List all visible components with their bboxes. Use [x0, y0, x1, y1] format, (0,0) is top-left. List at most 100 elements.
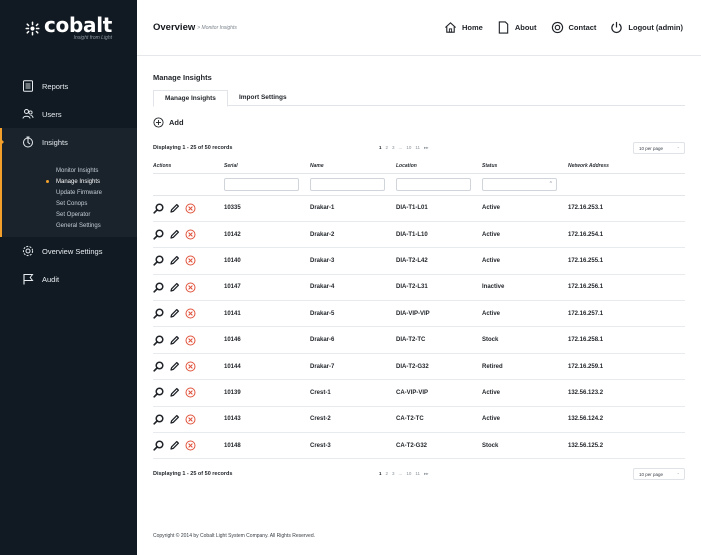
table-body: 10335Drakar-1DIA-T1-L01Active172.16.253.… [153, 173, 685, 460]
cell-name: Drakar-5 [310, 300, 396, 328]
column-header-name[interactable]: Name [310, 159, 396, 174]
page-link-10[interactable]: 10 [406, 471, 411, 477]
page-link-3[interactable]: 3 [392, 471, 395, 477]
delete-icon[interactable] [185, 440, 196, 451]
table-row[interactable]: 10142 Drakar-2 DIA-T1-L10 Active 172.16.254.… [153, 221, 685, 249]
sidebar-item-audit[interactable]: Audit [0, 265, 137, 293]
table-row[interactable]: 10140 Drakar-3 DIA-T2-L42 Active 172.16.255.… [153, 247, 685, 275]
nav-about[interactable]: About [497, 21, 537, 34]
tab-manage-insights[interactable]: Manage Insights [153, 90, 228, 107]
subnav-item-update-firmware[interactable]: Update Firmware [0, 187, 137, 198]
page-link-1[interactable]: 1 [379, 471, 382, 477]
brand-text: cobalt Insight from Light [44, 15, 112, 41]
nav-home[interactable]: Home [444, 21, 483, 34]
column-header-status[interactable]: Status [482, 159, 568, 174]
table-row[interactable]: 10147 Drakar-4 DIA-T2-L31 Inactive 172.16.25… [153, 274, 685, 302]
sidebar-item-insights[interactable]: Insights [0, 128, 137, 156]
search-icon[interactable] [153, 229, 164, 240]
edit-pencil-icon[interactable] [169, 308, 180, 319]
sidebar-item-users[interactable]: Users [0, 100, 137, 128]
status-filter-select[interactable] [482, 177, 557, 191]
search-icon[interactable] [153, 387, 164, 399]
search-icon[interactable] [153, 440, 164, 451]
cell-serial: 10139 [224, 379, 310, 407]
search-icon[interactable] [153, 361, 164, 372]
column-header-network-address[interactable]: Network Address [568, 159, 685, 174]
table-row[interactable]: 10139 Crest-1 CA-VIP-VIP Active 132.56.123.2 [153, 379, 685, 407]
sidebar: cobalt Insight from Light Reports Users [0, 0, 137, 555]
location-filter-input[interactable] [396, 177, 471, 191]
subnav-item-monitor-insights[interactable]: Monitor Insights [0, 165, 137, 176]
delete-icon[interactable] [185, 387, 196, 398]
subnav-item-set-operator[interactable]: Set Operator [0, 209, 137, 220]
chevron-updown-icon: ⌃ [676, 472, 680, 478]
delete-icon[interactable] [185, 335, 196, 346]
search-icon[interactable] [153, 414, 164, 425]
page-link-11[interactable]: 11 [415, 471, 420, 477]
page-link-1[interactable]: 1 [379, 145, 382, 151]
table-row[interactable]: 10335 Drakar-1 DIA-T1-L01 Active 172.16.253.… [153, 195, 685, 222]
edit-pencil-icon[interactable] [169, 255, 180, 266]
table-row[interactable]: 10144 Drakar-7 DIA-T2-G32 Retired 172.16.259… [153, 353, 685, 381]
search-icon[interactable] [153, 255, 164, 267]
subnav-item-manage-insights[interactable]: Manage Insights [0, 176, 137, 187]
cobalt-logo-icon [25, 20, 40, 36]
table-row[interactable]: 10146 Drakar-6 DIA-T2-TC Stock 172.16.258.1 [153, 326, 685, 354]
sidebar-item-overview-settings[interactable]: Overview Settings [0, 237, 137, 265]
delete-icon[interactable] [185, 308, 196, 319]
table-row[interactable]: 10141 Drakar-5 DIA-VIP-VIP Active 172.16.257… [153, 300, 685, 328]
edit-pencil-icon[interactable] [169, 282, 180, 293]
page-link-2[interactable]: 2 [386, 471, 389, 477]
per-page-value: 10 per page [639, 145, 664, 151]
edit-pencil-icon[interactable] [169, 440, 180, 451]
subnav-item-general-settings[interactable]: General Settings [0, 220, 137, 231]
per-page-select[interactable]: 10 per page ⌃ [633, 468, 685, 481]
edit-pencil-icon[interactable] [169, 387, 180, 398]
filter-cell-network [568, 173, 685, 196]
search-icon[interactable] [153, 308, 164, 319]
search-icon[interactable] [153, 335, 164, 346]
search-icon[interactable] [153, 203, 164, 214]
page-link-10[interactable]: 10 [406, 145, 411, 151]
cell-location: DIA-T2-L31 [396, 274, 482, 302]
page-link-3[interactable]: 3 [392, 145, 395, 151]
column-header-location[interactable]: Location [396, 159, 482, 174]
edit-pencil-icon[interactable] [169, 335, 180, 346]
delete-icon[interactable] [185, 282, 196, 293]
row-action-buttons [153, 203, 224, 214]
page-next[interactable]: ▸▸ [424, 145, 429, 151]
sidebar-item-reports[interactable]: Reports [0, 72, 137, 100]
delete-icon[interactable] [185, 203, 196, 214]
page-link-2[interactable]: 2 [386, 145, 389, 151]
row-actions [153, 300, 224, 328]
delete-icon[interactable] [185, 229, 196, 240]
edit-pencil-icon[interactable] [169, 203, 180, 214]
column-header-serial[interactable]: Serial [224, 159, 310, 174]
tab-import-settings[interactable]: Import Settings [228, 90, 298, 105]
breadcrumb[interactable]: > Monitor Insights [197, 25, 237, 31]
cell-location: CA-T2-TC [396, 406, 482, 434]
delete-icon[interactable] [185, 255, 196, 266]
edit-pencil-icon[interactable] [169, 361, 180, 372]
nav-logout[interactable]: Logout (admin) [610, 21, 683, 34]
page-next[interactable]: ▸▸ [424, 471, 429, 477]
per-page-select[interactable]: 10 per page ⌃ [633, 142, 685, 154]
subnav-item-set-conops[interactable]: Set Conops [0, 198, 137, 209]
name-filter-input[interactable] [310, 177, 385, 191]
edit-pencil-icon[interactable] [169, 414, 180, 425]
serial-filter-input[interactable] [224, 177, 299, 191]
cell-serial: 10140 [224, 247, 310, 275]
cell-location: CA-T2-G32 [396, 432, 482, 460]
nav-contact[interactable]: Contact [551, 21, 596, 34]
edit-pencil-icon[interactable] [169, 229, 180, 240]
cell-location: CA-VIP-VIP [396, 379, 482, 407]
delete-icon[interactable] [185, 361, 196, 372]
search-icon[interactable] [153, 282, 164, 293]
add-button[interactable]: Add [153, 115, 193, 129]
table-row[interactable]: 10148 Crest-3 CA-T2-G32 Stock 132.56.125.2 [153, 432, 685, 460]
delete-icon[interactable] [185, 414, 196, 425]
brand-logo[interactable]: cobalt Insight from Light [0, 0, 137, 56]
table-row[interactable]: 10143 Crest-2 CA-T2-TC Active 132.56.124.2 [153, 406, 685, 434]
cell-name: Crest-1 [310, 379, 396, 407]
page-link-11[interactable]: 11 [415, 145, 420, 151]
